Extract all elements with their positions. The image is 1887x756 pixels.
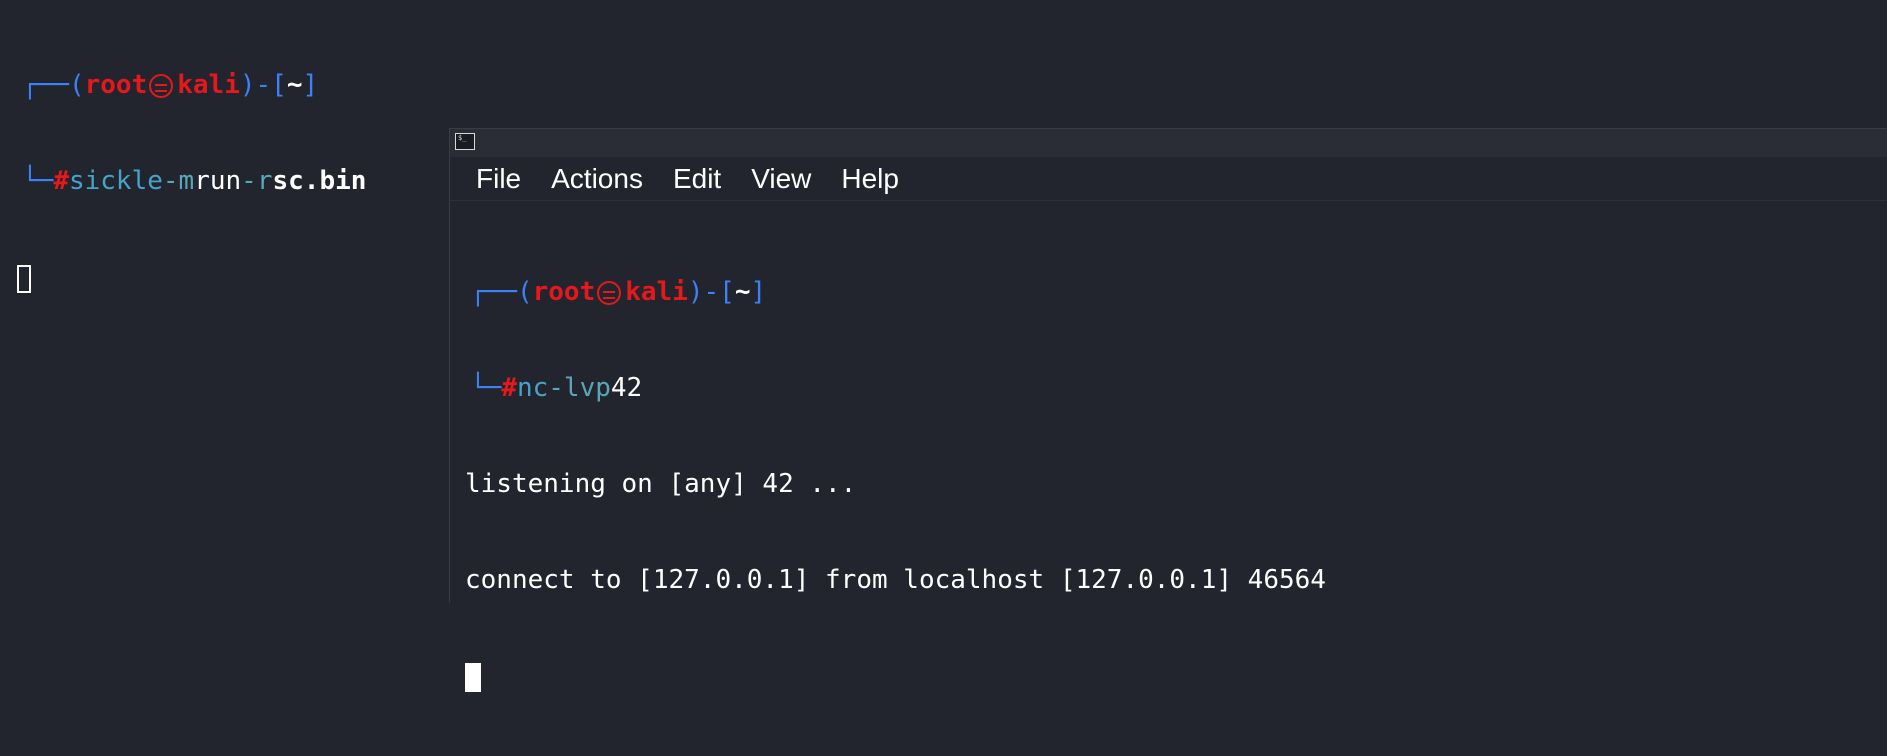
command-flag-r: -r [241, 166, 273, 196]
command-flag-m: -m [162, 166, 195, 196]
prompt-box-bottom: └─ [22, 166, 54, 196]
front-terminal-window[interactable]: $_ File Actions Edit View Help ┌──(root k… [449, 128, 1887, 692]
output-line: listening on [any] 42 ... [465, 469, 857, 499]
command-line: └─ # nc -lvp 42 [470, 372, 1326, 404]
cursor-line [465, 660, 1326, 692]
prompt-box-end: ] [750, 277, 767, 307]
menu-bar: File Actions Edit View Help [450, 157, 1887, 201]
command-program: nc [516, 373, 549, 403]
prompt-box-end: ] [302, 70, 319, 100]
command-program: sickle [68, 166, 163, 196]
command-arg-r: sc.bin [272, 166, 367, 196]
terminal-output[interactable]: ┌──(root kali)-[~] └─ # nc -lvp 42 listeni… [465, 212, 1326, 756]
prompt-hash: # [501, 373, 517, 403]
prompt-user: root [532, 277, 596, 307]
menu-file[interactable]: File [476, 163, 521, 195]
kali-skull-icon [597, 281, 622, 305]
prompt-hash: # [53, 166, 69, 196]
output-line: connect to [127.0.0.1] from localhost [1… [465, 565, 1326, 595]
prompt-dir: ~ [734, 277, 751, 307]
prompt-line-1: ┌──(root kali)-[~] [22, 69, 366, 101]
kali-skull-icon [149, 74, 174, 98]
terminal-app-icon: $_ [455, 133, 475, 150]
menu-view[interactable]: View [751, 163, 811, 195]
command-line: └─ # sickle -m run -r sc.bin [22, 165, 366, 197]
prompt-dir: ~ [286, 70, 303, 100]
terminal-cursor [465, 663, 481, 692]
title-bar[interactable]: $_ [450, 129, 1887, 157]
command-flags: -lvp [548, 373, 611, 403]
prompt-host: kali [625, 277, 688, 307]
prompt-line-1: ┌──(root kali)-[~] [470, 276, 1326, 308]
command-arg-m: run [194, 166, 242, 196]
prompt-box-mid: )-[ [239, 70, 287, 100]
prompt-box-mid: )-[ [687, 277, 735, 307]
command-port: 42 [610, 373, 643, 403]
cursor-line [17, 261, 366, 293]
prompt-box-top: ┌──( [470, 277, 533, 307]
prompt-host: kali [177, 70, 240, 100]
menu-edit[interactable]: Edit [673, 163, 721, 195]
menu-help[interactable]: Help [841, 163, 899, 195]
terminal-cursor [17, 265, 31, 293]
prompt-box-top: ┌──( [22, 70, 85, 100]
prompt-user: root [84, 70, 148, 100]
prompt-box-bottom: └─ [470, 373, 502, 403]
menu-actions[interactable]: Actions [551, 163, 643, 195]
